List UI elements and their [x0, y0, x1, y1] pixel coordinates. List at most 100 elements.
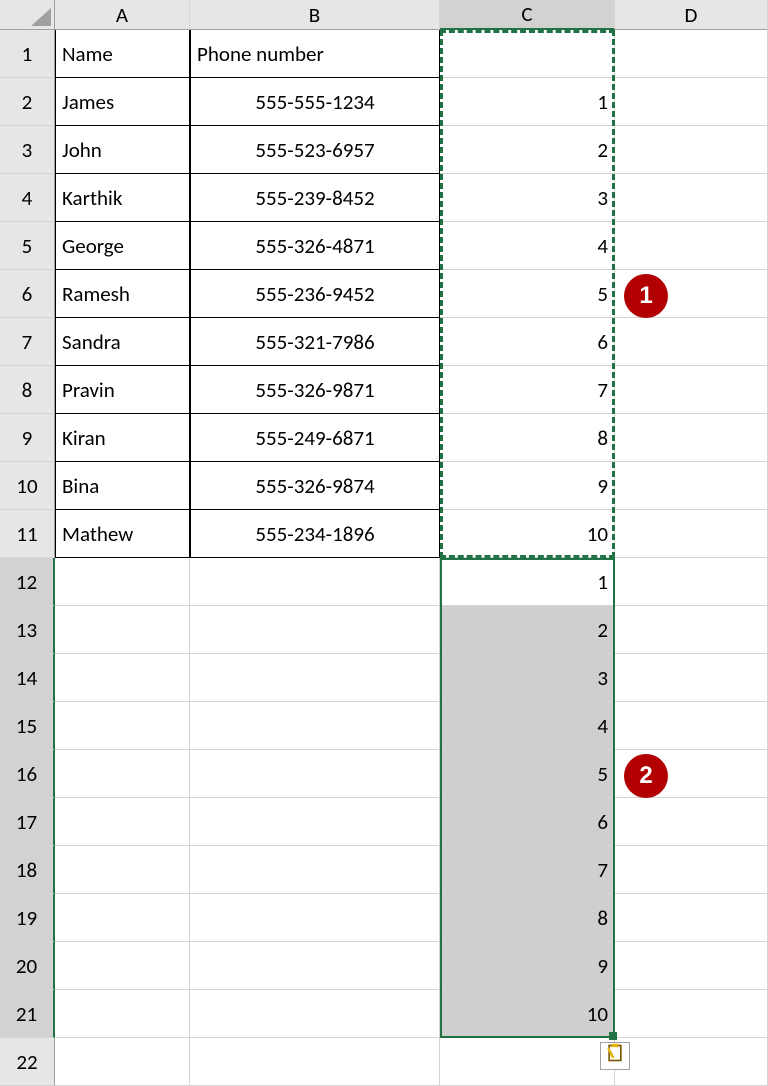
cell-series-bottom[interactable]: 6 [440, 798, 615, 846]
cell-empty[interactable] [55, 894, 190, 942]
paste-options-button[interactable] [600, 1042, 630, 1070]
cell-phone[interactable]: 555-234-1896 [190, 510, 440, 558]
cell-empty[interactable] [615, 558, 768, 606]
cell-empty[interactable] [55, 702, 190, 750]
cell-empty[interactable] [55, 558, 190, 606]
cell-empty[interactable] [615, 798, 768, 846]
cell-series-bottom[interactable]: 1 [440, 558, 615, 606]
cell-empty[interactable] [190, 990, 440, 1038]
cell-series-top[interactable]: 7 [440, 366, 615, 414]
row-header-17[interactable]: 17 [0, 798, 55, 846]
cell-B1[interactable]: Phone number [190, 30, 440, 78]
cell-series-top[interactable]: 8 [440, 414, 615, 462]
col-header-C[interactable]: C [440, 0, 615, 30]
row-header-14[interactable]: 14 [0, 654, 55, 702]
cell-empty[interactable] [615, 174, 768, 222]
cell-empty[interactable] [615, 222, 768, 270]
cell-empty[interactable] [190, 558, 440, 606]
row-header-18[interactable]: 18 [0, 846, 55, 894]
cell-phone[interactable]: 555-249-6871 [190, 414, 440, 462]
cell-empty[interactable] [615, 1038, 768, 1086]
cell-name[interactable]: Pravin [55, 366, 190, 414]
cell-name[interactable]: Karthik [55, 174, 190, 222]
cell-series-top[interactable]: 10 [440, 510, 615, 558]
cell-name[interactable]: Ramesh [55, 270, 190, 318]
row-header-2[interactable]: 2 [0, 78, 55, 126]
row-header-7[interactable]: 7 [0, 318, 55, 366]
col-header-B[interactable]: B [190, 0, 440, 30]
cell-empty[interactable] [55, 1038, 190, 1086]
cell-name[interactable]: James [55, 78, 190, 126]
cell-empty[interactable] [615, 654, 768, 702]
row-header-9[interactable]: 9 [0, 414, 55, 462]
col-header-D[interactable]: D [615, 0, 768, 30]
row-header-11[interactable]: 11 [0, 510, 55, 558]
cell-phone[interactable]: 555-555-1234 [190, 78, 440, 126]
cell-name[interactable]: Sandra [55, 318, 190, 366]
cell-phone[interactable]: 555-236-9452 [190, 270, 440, 318]
row-header-8[interactable]: 8 [0, 366, 55, 414]
cell-empty[interactable] [55, 654, 190, 702]
row-header-3[interactable]: 3 [0, 126, 55, 174]
cell-series-bottom[interactable]: 8 [440, 894, 615, 942]
cell-series-top[interactable]: 9 [440, 462, 615, 510]
cell-series-bottom[interactable]: 10 [440, 990, 615, 1038]
cell-phone[interactable]: 555-326-9874 [190, 462, 440, 510]
cell-name[interactable]: Mathew [55, 510, 190, 558]
cell-empty[interactable] [615, 78, 768, 126]
cell-series-top[interactable]: 6 [440, 318, 615, 366]
cell-series-bottom[interactable]: 7 [440, 846, 615, 894]
cell-series-top[interactable]: 5 [440, 270, 615, 318]
cell-phone[interactable]: 555-523-6957 [190, 126, 440, 174]
row-header-22[interactable]: 22 [0, 1038, 55, 1086]
cell-empty[interactable] [615, 318, 768, 366]
cell-phone[interactable]: 555-321-7986 [190, 318, 440, 366]
row-header-12[interactable]: 12 [0, 558, 55, 606]
cell-empty[interactable] [190, 654, 440, 702]
cell-empty[interactable] [190, 798, 440, 846]
cell-empty[interactable] [190, 1038, 440, 1086]
cell-empty[interactable] [190, 942, 440, 990]
cell-name[interactable]: Kiran [55, 414, 190, 462]
cell-phone[interactable]: 555-326-4871 [190, 222, 440, 270]
cell-empty[interactable] [615, 894, 768, 942]
cell-empty[interactable] [615, 414, 768, 462]
cell-series-bottom[interactable]: 2 [440, 606, 615, 654]
cell-series-bottom[interactable]: 5 [440, 750, 615, 798]
cell-series-top[interactable]: 4 [440, 222, 615, 270]
row-header-5[interactable]: 5 [0, 222, 55, 270]
cell-A1[interactable]: Name [55, 30, 190, 78]
cell-phone[interactable]: 555-239-8452 [190, 174, 440, 222]
cell-series-bottom[interactable]: 3 [440, 654, 615, 702]
select-all-corner[interactable] [0, 0, 55, 30]
cell-empty[interactable] [190, 846, 440, 894]
row-header-6[interactable]: 6 [0, 270, 55, 318]
cell-empty[interactable] [615, 462, 768, 510]
row-header-19[interactable]: 19 [0, 894, 55, 942]
cell-empty[interactable] [615, 606, 768, 654]
row-header-10[interactable]: 10 [0, 462, 55, 510]
cell-phone[interactable]: 555-326-9871 [190, 366, 440, 414]
cell-name[interactable]: Bina [55, 462, 190, 510]
cell-series-top[interactable]: 2 [440, 126, 615, 174]
cell-C1[interactable] [440, 30, 615, 78]
cell-empty[interactable] [55, 750, 190, 798]
cell-empty[interactable] [615, 702, 768, 750]
cell-series-top[interactable]: 3 [440, 174, 615, 222]
spreadsheet[interactable]: A B C D 1 Name Phone number 2 James 555-… [0, 0, 768, 1086]
row-header-13[interactable]: 13 [0, 606, 55, 654]
cell-name[interactable]: John [55, 126, 190, 174]
cell-empty[interactable] [55, 990, 190, 1038]
cell-empty[interactable] [615, 510, 768, 558]
cell-empty[interactable] [190, 702, 440, 750]
cell-empty[interactable] [190, 750, 440, 798]
cell-empty[interactable] [190, 894, 440, 942]
row-header-15[interactable]: 15 [0, 702, 55, 750]
row-header-21[interactable]: 21 [0, 990, 55, 1038]
cell-empty[interactable] [440, 1038, 615, 1086]
row-header-20[interactable]: 20 [0, 942, 55, 990]
cell-empty[interactable] [55, 942, 190, 990]
cell-empty[interactable] [55, 846, 190, 894]
cell-empty[interactable] [190, 606, 440, 654]
cell-series-bottom[interactable]: 4 [440, 702, 615, 750]
